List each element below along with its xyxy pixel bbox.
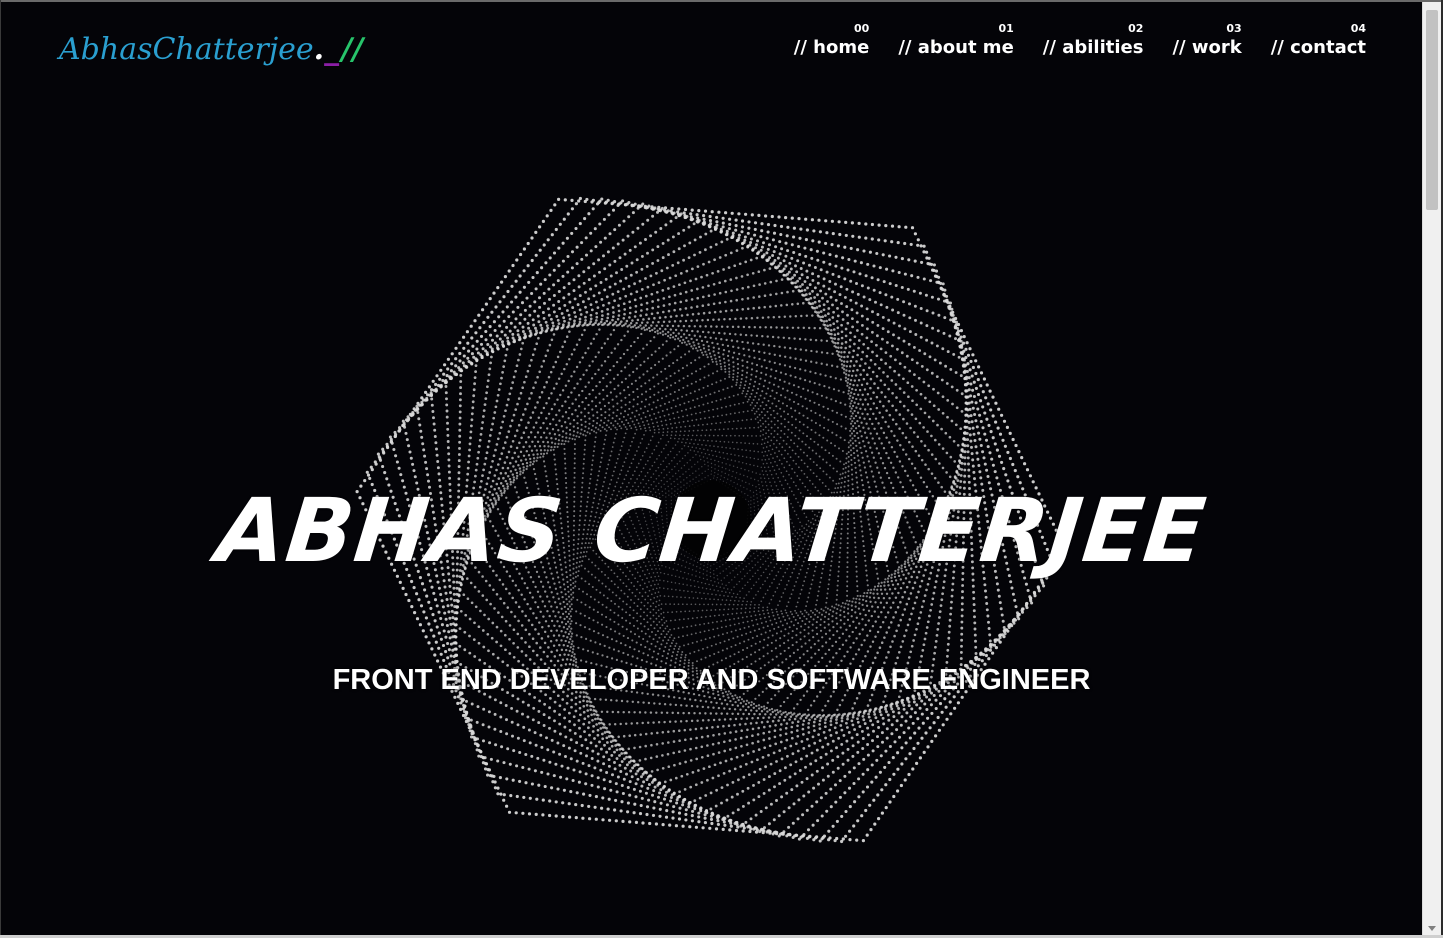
nav-number: 04 xyxy=(1350,22,1366,35)
nav-label: // abilities xyxy=(1042,37,1144,58)
nav-number: 01 xyxy=(998,22,1014,35)
nav-item-contact[interactable]: 04 // contact xyxy=(1271,22,1366,60)
nav-label: // contact xyxy=(1270,37,1366,58)
nav-number: 00 xyxy=(854,22,870,35)
site-logo[interactable]: AbhasChatterjee._// xyxy=(59,32,363,67)
nav-number: 02 xyxy=(1128,22,1144,35)
nav-number: 03 xyxy=(1226,22,1242,35)
scroll-down-arrow-icon[interactable] xyxy=(1428,926,1436,931)
main-nav: 00 // home 01 // about me 02 // abilitie… xyxy=(794,22,1366,60)
hero-title: ABHAS CHATTERJEE xyxy=(212,478,1211,582)
nav-label: // work xyxy=(1172,37,1242,58)
logo-underscore: _ xyxy=(324,32,340,67)
nav-label: // home xyxy=(793,37,870,58)
hero-subtitle: FRONT END DEVELOPER AND SOFTWARE ENGINEE… xyxy=(332,664,1091,697)
nav-item-abilities[interactable]: 02 // abilities xyxy=(1043,22,1144,60)
vertical-scrollbar[interactable] xyxy=(1422,2,1441,935)
page: AbhasChatterjee._// 00 // home 01 // abo… xyxy=(1,2,1422,935)
nav-label: // about me xyxy=(898,37,1014,58)
logo-slashes: // xyxy=(341,32,364,67)
nav-item-about-me[interactable]: 01 // about me xyxy=(898,22,1013,60)
hexagon-spiral-graphic xyxy=(355,196,1067,844)
browser-viewport: AbhasChatterjee._// 00 // home 01 // abo… xyxy=(0,0,1443,938)
logo-name: AbhasChatterjee xyxy=(59,32,314,67)
nav-item-home[interactable]: 00 // home xyxy=(794,22,870,60)
logo-dot: . xyxy=(313,32,325,67)
scrollbar-thumb[interactable] xyxy=(1426,10,1438,210)
nav-item-work[interactable]: 03 // work xyxy=(1172,22,1241,60)
